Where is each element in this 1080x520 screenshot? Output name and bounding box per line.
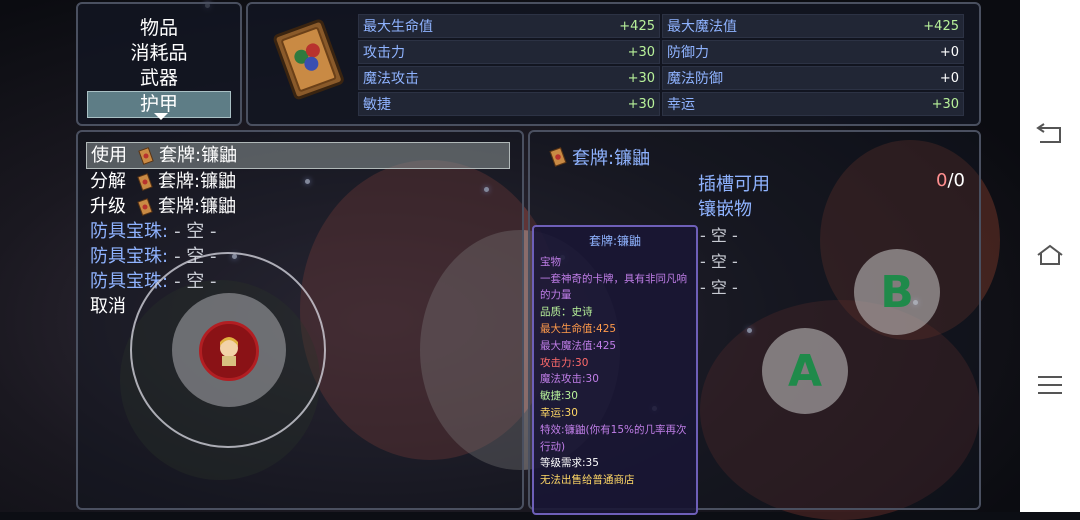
gem-slot-label: 防具宝珠:	[90, 246, 169, 267]
back-icon[interactable]	[1034, 122, 1066, 146]
detail-title: 套牌:镰鼬	[548, 144, 650, 170]
empty-slot: - 空 -	[174, 221, 217, 242]
tooltip-description: 一套神奇的卡牌，具有非同凡响的力量	[540, 272, 687, 302]
socket-used: 0	[936, 170, 948, 191]
tooltip-level-req: 等级需求:35	[540, 457, 599, 470]
socket-available-label: 插槽可用	[698, 174, 770, 195]
detail-item-name: 套牌:镰鼬	[572, 148, 651, 169]
stat-name: 攻击力	[363, 45, 405, 61]
card-deck-icon	[549, 147, 567, 167]
inlay-label: 镶嵌物	[698, 199, 752, 220]
item-stats-panel: 最大生命值 +425 最大魔法值 +425 攻击力 +30 防御力 +0 魔法攻击 +30…	[246, 2, 981, 126]
stat-row: 攻击力 +30 防御力 +0	[358, 40, 966, 65]
tooltip-type: 宝物	[540, 255, 561, 268]
stat-name: 最大魔法值	[667, 19, 737, 35]
stat-value: +30	[627, 44, 655, 60]
upgrade-option[interactable]: 升级 套牌:镰鼬	[78, 194, 522, 219]
gem-slot-label: 防具宝珠:	[90, 221, 169, 242]
tooltip-atk: 攻击力:30	[540, 356, 589, 369]
card-deck-icon	[138, 146, 154, 165]
tooltip-matk: 魔法攻击:30	[540, 373, 599, 386]
tooltip-effect: 特效:镰鼬(你有15%的几率再次行动)	[540, 423, 687, 453]
stat-row: 敏捷 +30 幸运 +30	[358, 92, 966, 117]
gem-slot-option[interactable]: 防具宝珠: - 空 -	[78, 244, 522, 269]
item-name: 套牌:镰鼬	[159, 145, 238, 166]
tooltip-title: 套牌:镰鼬	[588, 234, 642, 248]
inlay-slot[interactable]: - 空 -	[700, 248, 738, 272]
stat-name: 幸运	[667, 97, 695, 113]
joystick-character-icon[interactable]	[199, 321, 259, 381]
card-deck-icon	[137, 172, 153, 191]
use-option[interactable]: 使用 套牌:镰鼬	[86, 142, 510, 169]
stat-row: 魔法攻击 +30 魔法防御 +0	[358, 66, 966, 91]
stat-value: +0	[939, 70, 959, 86]
system-nav-bar	[1020, 0, 1080, 512]
inlay-slot[interactable]: - 空 -	[700, 222, 738, 246]
stat-value: +425	[923, 18, 959, 34]
stat-name: 敏捷	[363, 97, 391, 113]
tooltip-quality: 品质：史诗	[540, 306, 593, 319]
stat-value: +30	[627, 70, 655, 86]
tooltip-hp: 最大生命值:425	[540, 322, 617, 335]
stat-grid: 最大生命值 +425 最大魔法值 +425 攻击力 +30 防御力 +0 魔法攻击 +30…	[358, 14, 966, 118]
stat-name: 最大生命值	[363, 19, 433, 35]
scroll-down-indicator	[154, 113, 168, 120]
stat-value: +425	[619, 18, 655, 34]
use-label: 使用	[91, 145, 127, 166]
stat-value: +30	[931, 96, 959, 112]
home-icon[interactable]	[1034, 243, 1066, 267]
category-panel: 物品 消耗品 武器 护甲	[76, 2, 242, 126]
tooltip-agi: 敏捷:30	[540, 390, 578, 403]
inlay-slot[interactable]: - 空 -	[700, 274, 738, 298]
menu-icon[interactable]	[1036, 374, 1064, 396]
gem-slot-option[interactable]: 防具宝珠: - 空 -	[78, 219, 522, 244]
card-deck-icon	[137, 197, 153, 216]
category-consumables[interactable]: 消耗品	[78, 41, 240, 66]
disassemble-label: 分解	[90, 171, 126, 192]
tooltip-luck: 幸运:30	[540, 406, 578, 419]
category-weapons[interactable]: 武器	[78, 66, 240, 91]
disassemble-option[interactable]: 分解 套牌:镰鼬	[78, 169, 522, 194]
card-deck-icon	[273, 19, 344, 100]
item-name: 套牌:镰鼬	[158, 171, 237, 192]
stat-name: 防御力	[667, 45, 709, 61]
socket-count: 0/0	[936, 170, 965, 191]
category-items[interactable]: 物品	[78, 16, 240, 41]
stat-value: +0	[939, 44, 959, 60]
tooltip-no-sell: 无法出售给普通商店	[540, 474, 635, 487]
tooltip-mp: 最大魔法值:425	[540, 339, 617, 352]
a-button[interactable]: A	[762, 328, 848, 414]
cancel-label: 取消	[90, 296, 126, 317]
stat-row: 最大生命值 +425 最大魔法值 +425	[358, 14, 966, 39]
item-name: 套牌:镰鼬	[158, 196, 237, 217]
socket-total: /0	[947, 170, 965, 191]
stat-value: +30	[627, 96, 655, 112]
item-tooltip: 套牌:镰鼬 宝物 一套神奇的卡牌，具有非同凡响的力量 品质：史诗 最大生命值:4…	[532, 225, 698, 515]
stat-name: 魔法防御	[667, 71, 723, 87]
upgrade-label: 升级	[90, 196, 126, 217]
stat-name: 魔法攻击	[363, 71, 419, 87]
b-button[interactable]: B	[854, 249, 940, 335]
